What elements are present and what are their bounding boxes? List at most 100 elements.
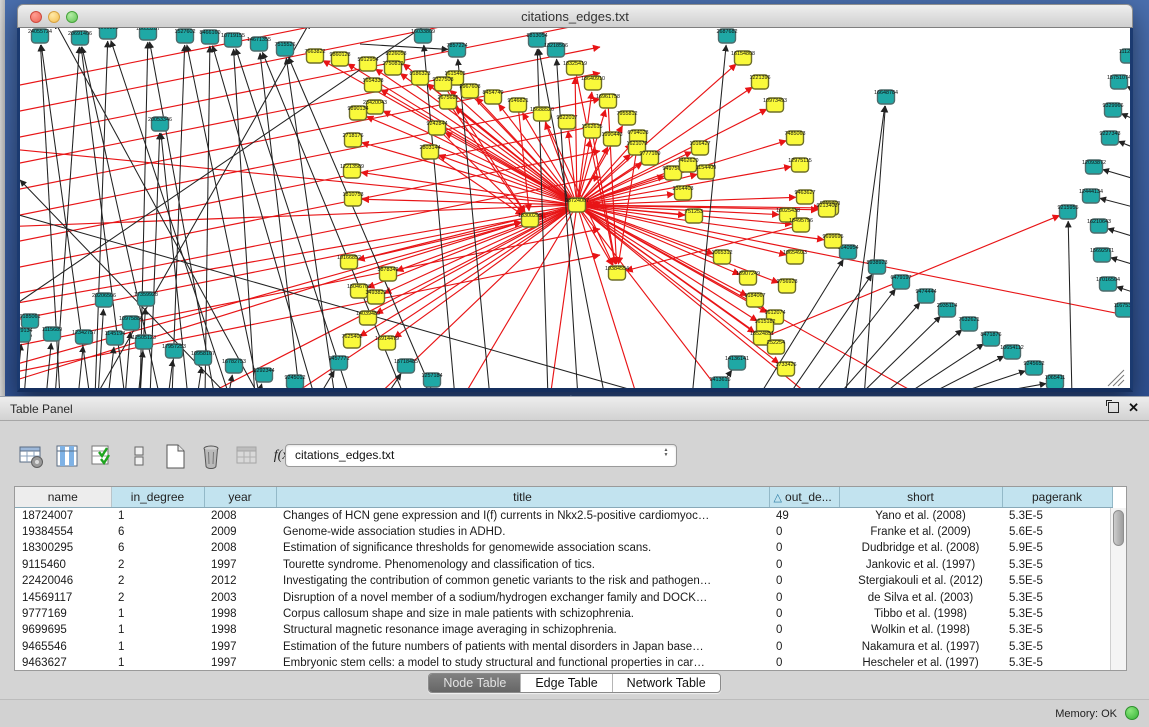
canvas-resize-grip[interactable] — [1118, 380, 1124, 386]
table-cell[interactable]: 19384554 — [15, 524, 111, 540]
graph-node[interactable]: 9329966 — [1103, 103, 1124, 117]
table-cell[interactable]: 1 — [111, 655, 204, 671]
graph-edge[interactable] — [458, 59, 490, 388]
tab-node-table[interactable]: Node Table — [429, 674, 521, 692]
table-cell[interactable]: Disruption of a novel member of a sodium… — [276, 590, 769, 606]
graph-node[interactable]: 16648784 — [874, 90, 898, 104]
graph-edge[interactable] — [20, 125, 600, 251]
graph-node[interactable]: 1654338 — [363, 78, 384, 92]
new-table-icon[interactable] — [162, 443, 189, 470]
graph-edge[interactable] — [78, 346, 83, 388]
graph-node[interactable]: 2935114 — [937, 303, 958, 317]
graph-node[interactable]: 2364403 — [673, 186, 694, 200]
table-cell[interactable]: 14569117 — [15, 590, 111, 606]
graph-edge[interactable] — [430, 152, 523, 215]
table-cell[interactable]: 0 — [769, 557, 839, 573]
table-cell[interactable]: 1997 — [204, 655, 276, 671]
table-row[interactable]: 1830029562008Estimation of significance … — [15, 540, 1112, 556]
table-row[interactable]: 2242004622012Investigating the contribut… — [15, 573, 1112, 589]
table-cell[interactable]: 2 — [111, 557, 204, 573]
column-stack-icon[interactable] — [126, 443, 153, 470]
table-cell[interactable]: Stergiakouli et al. (2012) — [839, 573, 1002, 589]
graph-node[interactable]: 12975115 — [788, 158, 812, 172]
table-cell[interactable]: Dudbridge et al. (2008) — [839, 540, 1002, 556]
graph-node[interactable]: 1562615 — [582, 124, 603, 138]
table-cell[interactable]: 1 — [111, 507, 204, 524]
graph-node[interactable]: 8186323 — [410, 71, 431, 85]
graph-node[interactable]: 24055724 — [28, 29, 52, 43]
graph-edge[interactable] — [150, 42, 215, 388]
delete-table-icon[interactable] — [198, 443, 225, 470]
table-cell[interactable]: Genome-wide association studies in ADHD. — [276, 524, 769, 540]
table-row[interactable]: 1938455462009Genome-wide association stu… — [15, 524, 1112, 540]
import-table-icon[interactable] — [234, 443, 261, 470]
table-cell[interactable]: 2012 — [204, 573, 276, 589]
graph-node[interactable]: 13218506 — [544, 43, 568, 57]
graph-node[interactable]: 5912954 — [358, 57, 379, 71]
graph-node[interactable]: 9184067 — [745, 293, 766, 307]
graph-node[interactable]: 1145194 — [105, 331, 126, 345]
graph-node[interactable]: 14136141 — [725, 356, 749, 370]
tab-edge-table[interactable]: Edge Table — [521, 674, 612, 692]
graph-node[interactable]: 1810753 — [343, 192, 364, 206]
table-cell[interactable]: 2 — [111, 573, 204, 589]
graph-node[interactable]: 16154808 — [731, 51, 755, 65]
graph-node[interactable]: 16782753 — [222, 359, 246, 373]
table-cell[interactable]: 0 — [769, 622, 839, 638]
graph-node[interactable]: 2967608 — [460, 84, 481, 98]
column-header-name[interactable]: name — [15, 487, 111, 507]
scrollbar-thumb[interactable] — [1113, 510, 1124, 546]
graph-node[interactable]: 17359928 — [134, 292, 158, 306]
table-row[interactable]: 911546021997Tourette syndrome. Phenomeno… — [15, 557, 1112, 573]
validate-table-icon[interactable] — [90, 443, 117, 470]
graph-node[interactable]: 18724007 — [565, 198, 589, 212]
graph-node[interactable]: 12213589 — [340, 164, 364, 178]
memory-ok-indicator[interactable] — [1125, 706, 1139, 720]
graph-edge[interactable] — [1118, 141, 1130, 152]
graph-node[interactable]: 20691406 — [68, 31, 92, 45]
graph-node[interactable]: 20206506 — [92, 293, 116, 307]
graph-node[interactable]: 9463627 — [795, 190, 816, 204]
graph-node[interactable]: 20053346 — [148, 117, 172, 131]
table-cell[interactable]: 2008 — [204, 507, 276, 524]
graph-node[interactable]: 14671355 — [247, 37, 271, 51]
graph-node[interactable]: 12505123 — [132, 335, 156, 349]
graph-edge[interactable] — [1100, 198, 1130, 210]
graph-node[interactable]: 6479197 — [891, 275, 912, 289]
table-cell[interactable]: 9777169 — [15, 606, 111, 622]
table-row[interactable]: 1456911722003Disruption of a novel membe… — [15, 590, 1112, 606]
table-cell[interactable]: 5.3E-5 — [1002, 557, 1112, 573]
graph-node[interactable]: 9474444 — [916, 289, 937, 303]
table-cell[interactable]: 2003 — [204, 590, 276, 606]
graph-node[interactable]: 1167533 — [1114, 303, 1130, 317]
table-cell[interactable]: 9115460 — [15, 557, 111, 573]
graph-node[interactable]: 2675685 — [438, 95, 459, 109]
graph-node[interactable]: 10719155 — [221, 33, 245, 47]
graph-node[interactable]: 252254 — [767, 340, 785, 354]
graph-node[interactable]: 9227343 — [1100, 131, 1121, 145]
graph-node[interactable]: 8466160 — [200, 30, 221, 44]
graph-edge[interactable] — [922, 356, 1004, 388]
graph-edge[interactable] — [172, 45, 185, 388]
graph-node[interactable]: 1065411 — [1045, 375, 1066, 388]
graph-node[interactable]: 9822017 — [557, 115, 578, 129]
table-cell[interactable]: 1997 — [204, 557, 276, 573]
table-scrollbar[interactable] — [1110, 508, 1126, 670]
graph-node[interactable]: 9860128 — [330, 52, 351, 66]
graph-edge[interactable] — [260, 53, 300, 388]
graph-node[interactable]: 9146821 — [508, 98, 529, 112]
graph-edge[interactable] — [577, 92, 592, 205]
graph-edge[interactable] — [20, 344, 21, 388]
graph-edge[interactable] — [420, 205, 577, 388]
table-cell[interactable]: 1998 — [204, 606, 276, 622]
graph-edge[interactable] — [358, 205, 577, 260]
table-cell[interactable]: 1 — [111, 622, 204, 638]
table-cell[interactable]: Estimation of significance thresholds fo… — [276, 540, 769, 556]
graph-node[interactable]: 9242844 — [427, 121, 448, 135]
graph-node[interactable]: 3919134 — [20, 328, 33, 342]
graph-node[interactable]: 18300295 — [518, 213, 542, 227]
table-cell[interactable]: Yano et al. (2008) — [839, 507, 1002, 524]
table-settings-icon[interactable] — [18, 443, 45, 470]
table-cell[interactable]: de Silva et al. (2003) — [839, 590, 1002, 606]
table-cell[interactable]: Investigating the contribution of common… — [276, 573, 769, 589]
